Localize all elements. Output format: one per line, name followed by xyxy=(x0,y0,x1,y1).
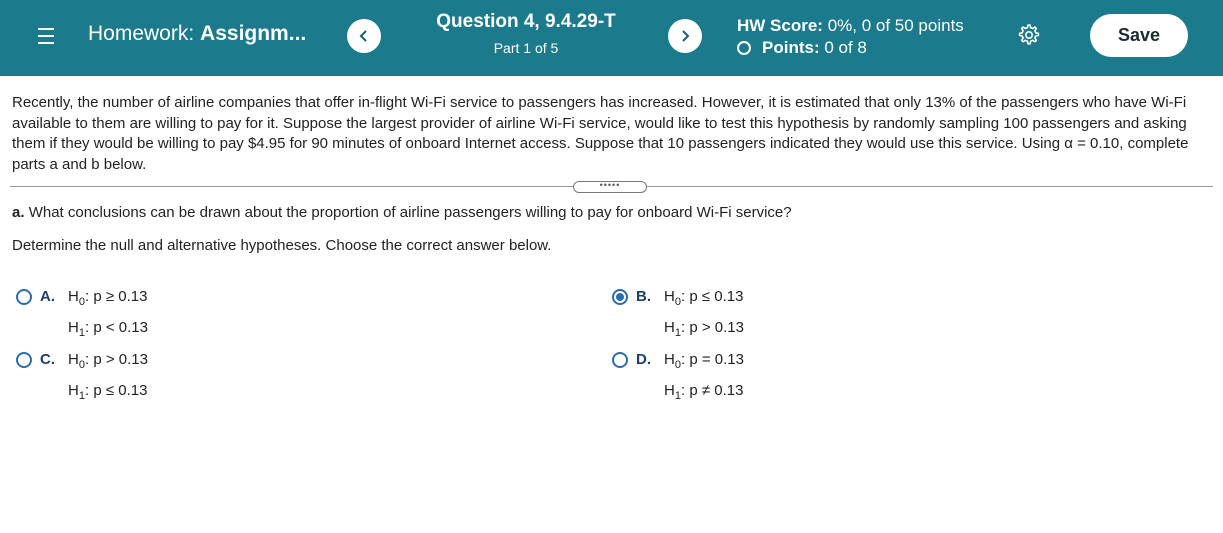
question-part: Part 1 of 5 xyxy=(493,40,559,56)
top-bar: Homework: Assignm... Question 4, 9.4.29-… xyxy=(0,0,1223,76)
assignment-title: Homework: Assignm... xyxy=(88,22,306,46)
part-a-label: a. xyxy=(12,204,25,221)
answer-choice-d[interactable]: D. H0: p = 0.13 H1: p ≠ 0.13 xyxy=(612,351,744,409)
hw-score: HW Score: 0%, 0 of 50 points xyxy=(737,16,964,36)
alternative-hypothesis: H1: p > 0.13 xyxy=(664,319,744,339)
question-points: Points: 0 of 8 xyxy=(737,38,867,58)
points-label: Points: xyxy=(762,38,820,57)
radio-button-b[interactable] xyxy=(612,289,628,305)
choice-letter: B. xyxy=(636,288,651,305)
menu-icon[interactable] xyxy=(38,24,54,46)
radio-button-c[interactable] xyxy=(16,352,32,368)
expand-button[interactable]: ••••• xyxy=(573,181,647,193)
choice-hypotheses: H0: p ≤ 0.13 H1: p > 0.13 xyxy=(664,284,744,346)
assignment-title-prefix: Homework: xyxy=(88,22,195,45)
answer-choice-b[interactable]: B. H0: p ≤ 0.13 H1: p > 0.13 xyxy=(612,288,744,346)
part-a-question: a. What conclusions can be drawn about t… xyxy=(12,204,792,221)
gear-icon[interactable] xyxy=(1016,23,1040,47)
chevron-left-icon xyxy=(359,30,367,42)
answer-choice-c[interactable]: C. H0: p > 0.13 H1: p ≤ 0.13 xyxy=(16,351,148,409)
alternative-hypothesis: H1: p < 0.13 xyxy=(68,319,148,339)
null-hypothesis: H0: p = 0.13 xyxy=(664,351,744,371)
null-hypothesis: H0: p ≥ 0.13 xyxy=(68,288,148,308)
radio-button-d[interactable] xyxy=(612,352,628,368)
chevron-right-icon xyxy=(682,30,690,42)
problem-statement: Recently, the number of airline companie… xyxy=(12,94,1189,173)
next-question-button[interactable] xyxy=(668,19,702,53)
save-button[interactable]: Save xyxy=(1090,14,1188,57)
previous-question-button[interactable] xyxy=(347,19,381,53)
null-hypothesis: H0: p ≤ 0.13 xyxy=(664,288,744,308)
points-value: 0 of 8 xyxy=(824,38,867,57)
alternative-hypothesis: H1: p ≠ 0.13 xyxy=(664,382,744,402)
hw-score-label: HW Score: xyxy=(737,16,823,35)
choice-hypotheses: H0: p > 0.13 H1: p ≤ 0.13 xyxy=(68,347,148,409)
points-status-icon xyxy=(737,41,751,55)
hw-score-value: 0%, 0 of 50 points xyxy=(827,16,964,35)
question-title: Question 4, 9.4.29-T xyxy=(436,11,616,32)
alternative-hypothesis: H1: p ≤ 0.13 xyxy=(68,382,148,402)
null-hypothesis: H0: p > 0.13 xyxy=(68,351,148,371)
choice-letter: D. xyxy=(636,351,651,368)
answer-choice-a[interactable]: A. H0: p ≥ 0.13 H1: p < 0.13 xyxy=(16,288,148,346)
choice-letter: C. xyxy=(40,351,55,368)
choice-hypotheses: H0: p ≥ 0.13 H1: p < 0.13 xyxy=(68,284,148,346)
choice-hypotheses: H0: p = 0.13 H1: p ≠ 0.13 xyxy=(664,347,744,409)
part-a-text: What conclusions can be drawn about the … xyxy=(28,204,792,221)
radio-button-a[interactable] xyxy=(16,289,32,305)
assignment-title-name: Assignm... xyxy=(200,22,307,45)
part-a-instruction: Determine the null and alternative hypot… xyxy=(12,237,552,254)
choice-letter: A. xyxy=(40,288,55,305)
